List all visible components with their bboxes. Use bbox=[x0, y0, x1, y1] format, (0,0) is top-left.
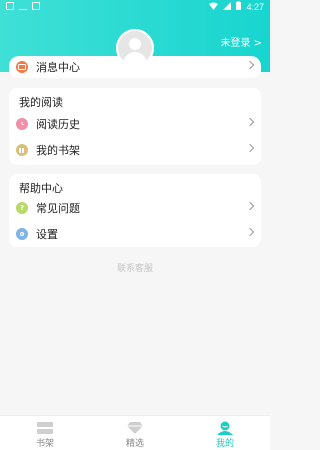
tab-mine[interactable]: 我的 bbox=[195, 420, 255, 449]
chevron-right-icon bbox=[245, 60, 255, 70]
chevron-right-icon bbox=[245, 143, 255, 153]
message-icon bbox=[16, 61, 28, 73]
chevron-right-icon bbox=[245, 227, 255, 237]
reading-history-row[interactable]: 阅读历史 bbox=[9, 112, 261, 136]
bookshelf-tab-icon bbox=[36, 420, 54, 434]
diamond-icon bbox=[126, 420, 144, 434]
question-icon: ? bbox=[16, 202, 28, 214]
tab-featured[interactable]: 精选 bbox=[105, 420, 165, 449]
help-section-title: 帮助中心 bbox=[19, 182, 63, 195]
faq-row[interactable]: ? 常见问题 bbox=[9, 196, 261, 220]
faq-label: 常见问题 bbox=[36, 202, 80, 215]
avatar[interactable] bbox=[116, 29, 154, 67]
settings-row[interactable]: 设置 bbox=[9, 222, 261, 246]
clock-icon bbox=[16, 118, 28, 130]
wifi-icon bbox=[209, 2, 219, 13]
reading-section-title: 我的阅读 bbox=[19, 96, 63, 109]
tab-bar: 书架 精选 我的 bbox=[0, 415, 270, 450]
download-icon bbox=[19, 2, 27, 10]
notification-icon bbox=[6, 2, 14, 10]
login-link[interactable]: 未登录 > bbox=[220, 34, 262, 49]
my-bookshelf-row[interactable]: 我的书架 bbox=[9, 138, 261, 162]
signal-icon bbox=[223, 1, 232, 13]
settings-label: 设置 bbox=[36, 228, 58, 241]
message-center-label: 消息中心 bbox=[36, 61, 80, 74]
tab-mine-label: 我的 bbox=[215, 439, 234, 449]
help-card: 帮助中心 ? 常见问题 设置 bbox=[9, 174, 261, 247]
status-bar: 4:27 bbox=[0, 0, 270, 14]
my-bookshelf-label: 我的书架 bbox=[36, 144, 80, 157]
chevron-right-icon bbox=[245, 201, 255, 211]
app-notification-icon bbox=[32, 2, 40, 10]
battery-icon bbox=[236, 1, 242, 13]
reading-card: 我的阅读 阅读历史 我的书架 bbox=[9, 88, 261, 165]
profile-icon bbox=[216, 420, 234, 435]
chevron-right-icon bbox=[245, 117, 255, 127]
settings-icon bbox=[16, 228, 28, 240]
reading-history-label: 阅读历史 bbox=[36, 118, 80, 131]
status-time: 4:27 bbox=[246, 2, 264, 12]
bookshelf-icon bbox=[16, 144, 28, 156]
contact-support-link[interactable]: 联系客服 bbox=[0, 261, 270, 274]
tab-bookshelf[interactable]: 书架 bbox=[15, 420, 75, 449]
tab-featured-label: 精选 bbox=[125, 439, 144, 449]
tab-bookshelf-label: 书架 bbox=[35, 439, 54, 449]
